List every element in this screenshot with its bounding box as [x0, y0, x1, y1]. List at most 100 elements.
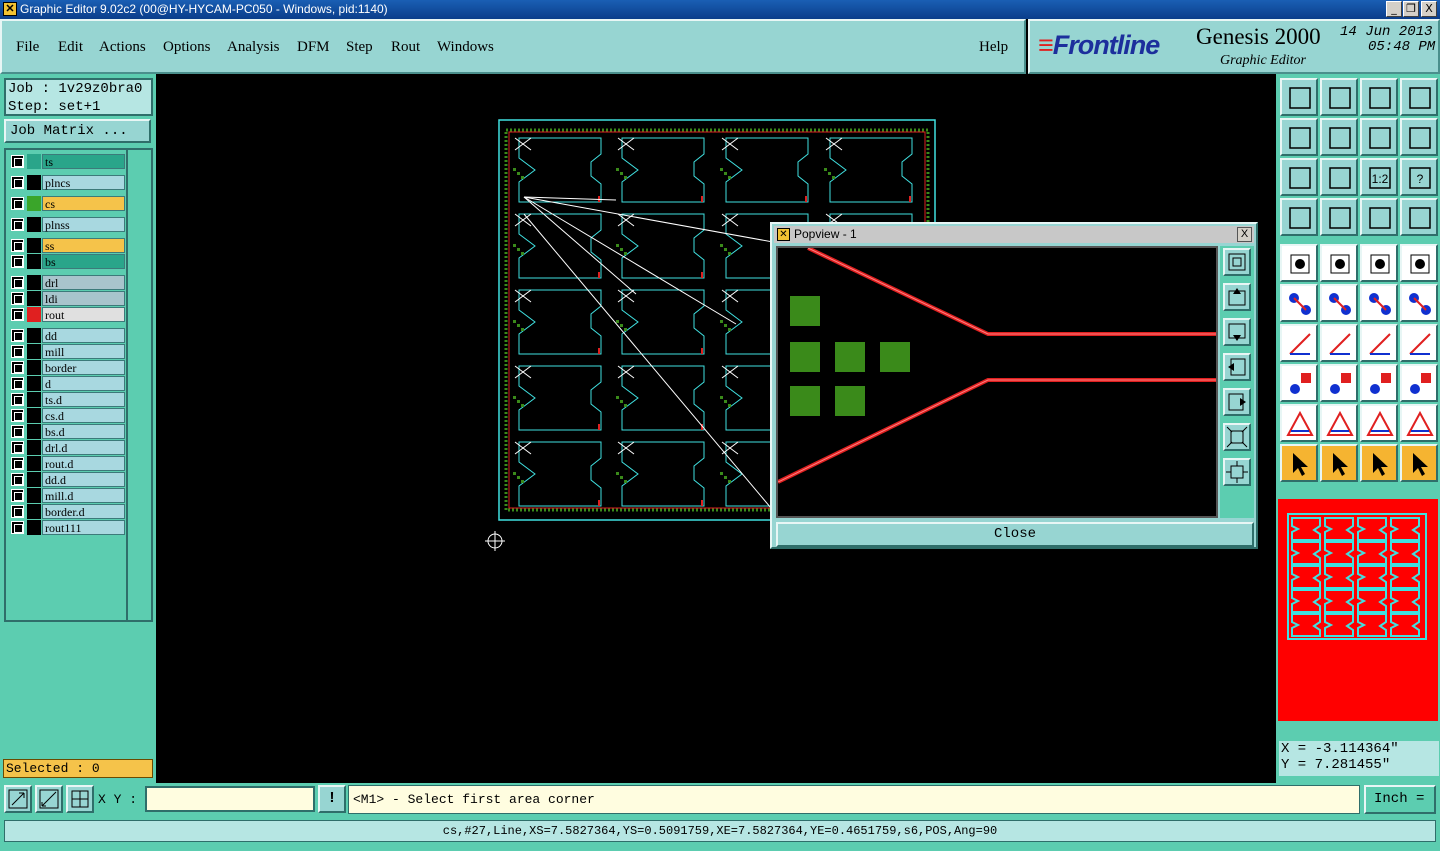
layer-name[interactable]: cs	[42, 196, 125, 211]
layer-name[interactable]: border	[42, 360, 125, 375]
menu-windows[interactable]: Windows	[437, 39, 494, 56]
connect-button[interactable]	[1280, 284, 1318, 322]
layer-name[interactable]: mill.d	[42, 488, 125, 503]
transform-button[interactable]	[1400, 364, 1438, 402]
grid-snap-button[interactable]	[66, 785, 94, 813]
layer-name[interactable]: bs.d	[42, 424, 125, 439]
menu-analysis[interactable]: Analysis	[227, 39, 280, 56]
layer-row-border-d[interactable]: border.d	[8, 504, 126, 519]
layer-row-plnss[interactable]: plnss	[8, 217, 126, 232]
save-layer-button[interactable]	[1320, 78, 1358, 116]
pad-red-button[interactable]	[1280, 364, 1318, 402]
fit-view-button[interactable]	[1280, 158, 1318, 196]
layer-checkbox[interactable]	[11, 255, 24, 268]
layer-name[interactable]: rout.d	[42, 456, 125, 471]
layer-row-bs[interactable]: bs	[8, 254, 126, 269]
layer-color-swatch[interactable]	[27, 154, 41, 169]
resize-button[interactable]	[1320, 364, 1358, 402]
menu-dfm[interactable]: DFM	[297, 39, 330, 56]
layer-row-plncs[interactable]: plncs	[8, 175, 126, 190]
layer-color-swatch[interactable]	[27, 175, 41, 190]
layer-color-swatch[interactable]	[27, 408, 41, 423]
layer-row-drl[interactable]: drl	[8, 275, 126, 290]
mini-map[interactable]	[1278, 499, 1438, 721]
layer-name[interactable]: drl.d	[42, 440, 125, 455]
layer-row-rout-d[interactable]: rout.d	[8, 456, 126, 471]
layer-name[interactable]: cs.d	[42, 408, 125, 423]
line-pad-button[interactable]	[1360, 284, 1398, 322]
layer-color-swatch[interactable]	[27, 488, 41, 503]
layer-name[interactable]: ss	[42, 238, 125, 253]
menu-file[interactable]: File	[16, 39, 39, 56]
layer-name[interactable]: dd	[42, 328, 125, 343]
layer-name[interactable]: ldi	[42, 291, 125, 306]
layer-checkbox[interactable]	[11, 457, 24, 470]
layer-name[interactable]: bs	[42, 254, 125, 269]
layer-checkbox[interactable]	[11, 345, 24, 358]
layer-checkbox[interactable]	[11, 425, 24, 438]
popview-titlebar[interactable]: ✕ Popview - 1 X	[774, 226, 1254, 243]
layer-row-rout[interactable]: rout	[8, 307, 126, 322]
menu-rout[interactable]: Rout	[391, 39, 420, 56]
layer-color-swatch[interactable]	[27, 344, 41, 359]
popview-pan-right-button[interactable]	[1223, 388, 1251, 416]
popview-zoom-home-button[interactable]	[1223, 248, 1251, 276]
layer-checkbox[interactable]	[11, 409, 24, 422]
layer-row-ts[interactable]: ts	[8, 154, 126, 169]
popview-canvas[interactable]	[776, 246, 1218, 518]
menu-help[interactable]: Help	[979, 39, 1008, 56]
flip-text-button[interactable]	[1400, 324, 1438, 362]
split-view-button[interactable]	[1400, 78, 1438, 116]
popview-zoom-out-button[interactable]	[1223, 458, 1251, 486]
dimension-button[interactable]	[1360, 364, 1398, 402]
menu-edit[interactable]: Edit	[58, 39, 83, 56]
ratio-button[interactable]: 1:2	[1360, 158, 1398, 196]
popview-close-icon[interactable]: X	[1237, 227, 1252, 242]
delete-button[interactable]	[1320, 284, 1358, 322]
cut-button[interactable]	[1280, 198, 1318, 236]
layer-checkbox[interactable]	[11, 441, 24, 454]
layer-name[interactable]: dd.d	[42, 472, 125, 487]
layer-checkbox[interactable]	[11, 176, 24, 189]
ruler-button[interactable]	[1360, 244, 1398, 282]
layer-row-drl-d[interactable]: drl.d	[8, 440, 126, 455]
menu-options[interactable]: Options	[163, 39, 211, 56]
select-box-button[interactable]	[1320, 444, 1358, 482]
unit-selector[interactable]: Inch =	[1364, 785, 1436, 814]
add-pad-button[interactable]	[1280, 244, 1318, 282]
tri-small-button[interactable]	[1280, 404, 1318, 442]
layer-color-swatch[interactable]	[27, 307, 41, 322]
layer-checkbox[interactable]	[11, 329, 24, 342]
layer-checkbox[interactable]	[11, 377, 24, 390]
layer-checkbox[interactable]	[11, 473, 24, 486]
layer-scrollbar[interactable]	[128, 148, 153, 622]
layer-row-ts-d[interactable]: ts.d	[8, 392, 126, 407]
layer-color-swatch[interactable]	[27, 440, 41, 455]
angle-button[interactable]	[1280, 324, 1318, 362]
layer-color-swatch[interactable]	[27, 520, 41, 535]
layer-checkbox[interactable]	[11, 239, 24, 252]
layer-color-swatch[interactable]	[27, 392, 41, 407]
measure-button[interactable]	[35, 785, 63, 813]
layer-checkbox[interactable]	[11, 276, 24, 289]
layer-name[interactable]: d	[42, 376, 125, 391]
layer-checkbox[interactable]	[11, 521, 24, 534]
traffic-light-alt-button[interactable]	[1400, 198, 1438, 236]
import-button[interactable]	[1280, 118, 1318, 156]
select-poly-button[interactable]	[1360, 444, 1398, 482]
add-shape-button[interactable]	[1320, 244, 1358, 282]
layer-color-swatch[interactable]	[27, 196, 41, 211]
layer-name[interactable]: border.d	[42, 504, 125, 519]
layer-name[interactable]: plncs	[42, 175, 125, 190]
popview-zoom-in-button[interactable]	[1223, 423, 1251, 451]
layer-row-mill[interactable]: mill	[8, 344, 126, 359]
center-view-button[interactable]	[1320, 158, 1358, 196]
popview-close-button[interactable]: Close	[776, 522, 1254, 547]
layer-row-ss[interactable]: ss	[8, 238, 126, 253]
layer-row-cs[interactable]: cs	[8, 196, 126, 211]
layer-name[interactable]: drl	[42, 275, 125, 290]
menu-step[interactable]: Step	[346, 39, 373, 56]
layer-color-swatch[interactable]	[27, 456, 41, 471]
layer-color-swatch[interactable]	[27, 504, 41, 519]
popview-pan-left-button[interactable]	[1223, 353, 1251, 381]
